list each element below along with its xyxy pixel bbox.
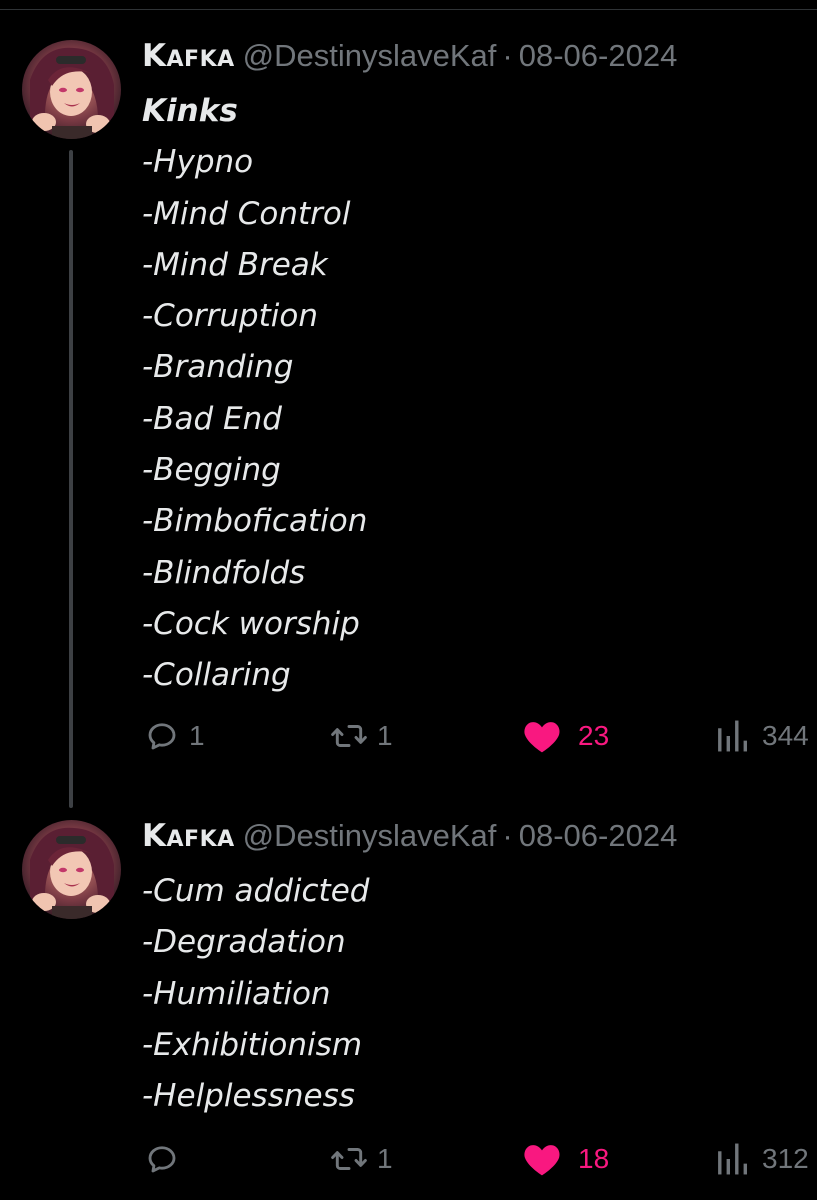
views-count: 312 bbox=[762, 1143, 809, 1174]
tweet-actions: 1 18 312 bbox=[142, 1139, 817, 1179]
tweet-date[interactable]: 08-06-2024 bbox=[519, 818, 678, 853]
list-item: -Collaring bbox=[142, 657, 291, 694]
views-button[interactable]: 344 bbox=[716, 716, 809, 756]
list-item: -Begging bbox=[142, 452, 281, 489]
retweet-button[interactable]: 1 bbox=[330, 1139, 393, 1179]
tweet-text: -Cum addicted -Degradation -Humiliation … bbox=[142, 866, 369, 1122]
views-count: 344 bbox=[762, 720, 809, 751]
list-item: -Exhibitionism bbox=[142, 1026, 363, 1063]
retweet-button[interactable]: 1 bbox=[330, 716, 393, 756]
tweet[interactable]: Kafka @DestinyslaveKaf · 08-06-2024 -Cum ad… bbox=[0, 780, 817, 1200]
list-item: -Mind Break bbox=[142, 246, 328, 283]
tweet-text: Kinks -Hypno -Mind Control -Mind Break -… bbox=[142, 86, 367, 702]
list-item: -Degradation bbox=[142, 924, 346, 961]
display-name[interactable]: Kafka bbox=[142, 38, 235, 74]
avatar-image bbox=[22, 820, 121, 919]
list-item: -Bimbofication bbox=[142, 503, 368, 540]
retweet-icon bbox=[330, 718, 368, 754]
avatar-image bbox=[22, 40, 121, 139]
user-handle[interactable]: @DestinyslaveKaf bbox=[243, 818, 497, 853]
retweet-count: 1 bbox=[377, 720, 393, 751]
header-separator: · bbox=[502, 818, 513, 853]
reply-button[interactable] bbox=[144, 1139, 189, 1179]
retweet-count: 1 bbox=[377, 1143, 393, 1174]
like-button[interactable]: 23 bbox=[522, 716, 609, 756]
list-item: -Cock worship bbox=[142, 605, 360, 642]
list-item: -Branding bbox=[142, 349, 294, 386]
reply-bubble-icon bbox=[144, 718, 180, 754]
reply-count: 1 bbox=[189, 720, 205, 751]
retweet-icon bbox=[330, 1141, 368, 1177]
views-button[interactable]: 312 bbox=[716, 1139, 809, 1179]
tweet-date[interactable]: 08-06-2024 bbox=[519, 38, 678, 73]
list-item: -Cum addicted bbox=[142, 873, 370, 909]
tweet[interactable]: Kafka @DestinyslaveKaf · 08-06-2024 Kinks -… bbox=[0, 0, 817, 790]
like-button[interactable]: 18 bbox=[522, 1139, 609, 1179]
list-item: -Helplessness bbox=[142, 1078, 355, 1115]
views-bar-icon bbox=[716, 1142, 748, 1176]
views-bar-icon bbox=[716, 719, 748, 753]
tweet-actions: 1 1 23 344 bbox=[142, 716, 817, 756]
list-item: -Mind Control bbox=[142, 195, 351, 232]
heart-filled-icon bbox=[522, 1141, 562, 1177]
avatar[interactable] bbox=[22, 820, 121, 919]
list-item: -Corruption bbox=[142, 298, 318, 335]
avatar[interactable] bbox=[22, 40, 121, 139]
tweet-title: Kinks bbox=[142, 93, 238, 129]
like-count: 23 bbox=[578, 720, 610, 751]
header-separator: · bbox=[502, 38, 513, 73]
heart-filled-icon bbox=[522, 718, 562, 754]
like-count: 18 bbox=[578, 1143, 610, 1174]
tweet-header: Kafka @DestinyslaveKaf · 08-06-2024 bbox=[142, 818, 677, 854]
reply-bubble-icon bbox=[144, 1141, 180, 1177]
tweet-header: Kafka @DestinyslaveKaf · 08-06-2024 bbox=[142, 38, 677, 74]
list-item: -Hypno bbox=[142, 144, 254, 181]
list-item: -Blindfolds bbox=[142, 554, 306, 591]
list-item: -Humiliation bbox=[142, 975, 331, 1012]
user-handle[interactable]: @DestinyslaveKaf bbox=[243, 38, 497, 73]
reply-button[interactable]: 1 bbox=[144, 716, 205, 756]
display-name[interactable]: Kafka bbox=[142, 818, 235, 854]
list-item: -Bad End bbox=[142, 400, 282, 437]
